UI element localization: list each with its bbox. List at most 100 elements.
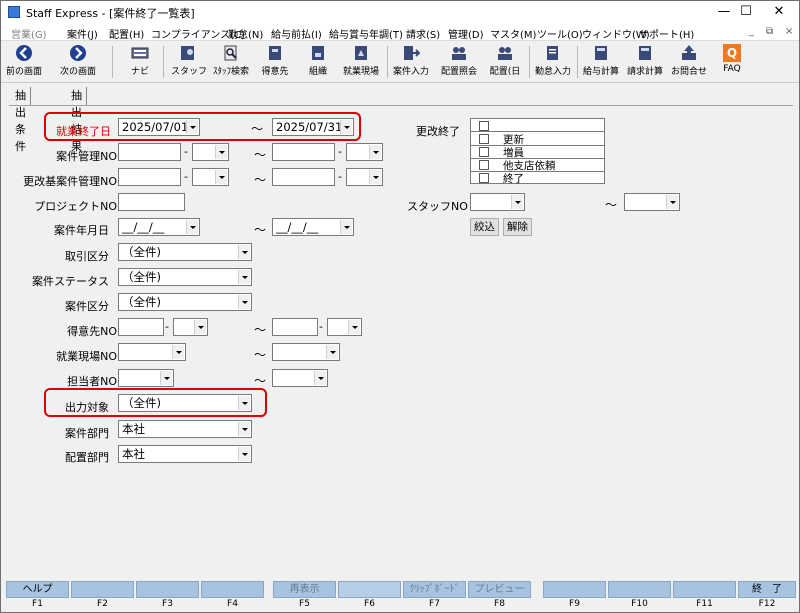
dropdown-arrow-icon[interactable] [186, 120, 198, 134]
case-date-to-select[interactable]: __/__/__ [272, 218, 354, 236]
dropdown-arrow-icon[interactable] [215, 170, 227, 184]
dropdown-arrow-icon[interactable] [666, 195, 678, 209]
renewal-end-check-other-branch[interactable] [479, 160, 489, 170]
org-button[interactable]: 組織 [301, 43, 335, 81]
menu-case[interactable]: 案件(J) [67, 26, 98, 41]
close-button[interactable]: ✕ [759, 1, 799, 24]
renewal-end-check-renew[interactable] [479, 134, 489, 144]
site-no-from-select[interactable] [118, 343, 186, 361]
case-no-to-branch-select[interactable] [346, 143, 383, 161]
menu-tools[interactable]: ツール(O) [537, 26, 583, 41]
dropdown-arrow-icon[interactable] [238, 447, 250, 461]
narrow-button[interactable]: 絞込 [470, 218, 499, 236]
menu-support[interactable]: サポート(H) [639, 26, 694, 41]
renewal-end-check-increase[interactable] [479, 147, 489, 157]
dropdown-arrow-icon[interactable] [511, 195, 523, 209]
menu-sales[interactable]: 営業(G) [11, 26, 47, 41]
customer-no-to-branch-select[interactable] [327, 318, 362, 336]
staff-button[interactable]: スタッフ [171, 43, 207, 81]
renew-case-no-from-input[interactable] [118, 168, 181, 186]
dropdown-arrow-icon[interactable] [238, 422, 250, 436]
faq-button[interactable]: Q FAQ [715, 43, 749, 81]
renew-case-no-to-branch-select[interactable] [346, 168, 383, 186]
assign-inquiry-button[interactable]: 配置照会 [437, 43, 481, 81]
case-no-to-input[interactable] [272, 143, 335, 161]
mdi-minimize-button[interactable]: _ [749, 26, 754, 37]
menu-advance-pay[interactable]: 給与前払(I) [271, 26, 322, 41]
customer-no-to-input[interactable] [272, 318, 318, 336]
dropdown-arrow-icon[interactable] [314, 371, 326, 385]
f12-exit-button[interactable]: 終 了 [738, 581, 796, 598]
dropdown-arrow-icon[interactable] [186, 220, 198, 234]
f1-help-button[interactable]: ヘルプ [6, 581, 69, 598]
f7-clipboard-button[interactable]: ｸﾘｯﾌﾟﾎﾞｰﾄﾞ [403, 581, 466, 598]
dropdown-arrow-icon[interactable] [369, 145, 381, 159]
case-no-from-input[interactable] [118, 143, 181, 161]
person-no-from-select[interactable] [118, 369, 174, 387]
f9-button[interactable] [543, 581, 606, 598]
renew-case-no-to-input[interactable] [272, 168, 335, 186]
dropdown-arrow-icon[interactable] [238, 270, 250, 284]
tab-extract-conditions[interactable]: 抽出条件 [11, 87, 31, 153]
case-status-select[interactable]: （全件) [118, 268, 252, 286]
trade-type-select[interactable]: （全件) [118, 243, 252, 261]
staff-no-to-select[interactable] [624, 193, 680, 211]
f3-button[interactable] [136, 581, 199, 598]
attendance-entry-button[interactable]: 勤怠入力 [533, 43, 573, 81]
dropdown-arrow-icon[interactable] [340, 120, 352, 134]
customer-button[interactable]: 得意先 [257, 43, 293, 81]
person-no-to-select[interactable] [272, 369, 328, 387]
clear-button[interactable]: 解除 [503, 218, 532, 236]
dropdown-arrow-icon[interactable] [238, 295, 250, 309]
menu-admin[interactable]: 管理(D) [448, 26, 484, 41]
dropdown-arrow-icon[interactable] [238, 396, 250, 410]
dropdown-arrow-icon[interactable] [194, 320, 206, 334]
site-no-to-select[interactable] [272, 343, 340, 361]
mdi-restore-button[interactable]: ⧉ [766, 26, 773, 37]
case-type-select[interactable]: （全件) [118, 293, 252, 311]
end-date-to-select[interactable]: 2025/07/31 [272, 118, 354, 136]
menu-assign[interactable]: 配置(H) [109, 26, 144, 41]
project-no-input[interactable] [118, 193, 185, 211]
output-target-select[interactable]: （全件) [118, 394, 252, 412]
end-date-from-select[interactable]: 2025/07/01 [118, 118, 200, 136]
case-dept-select[interactable]: 本社 [118, 420, 252, 438]
renewal-end-check-end[interactable] [479, 173, 489, 183]
menu-payroll[interactable]: 給与賞与年調(T) [329, 26, 403, 41]
dropdown-arrow-icon[interactable] [369, 170, 381, 184]
case-entry-button[interactable]: 案件入力 [391, 43, 431, 81]
customer-no-from-input[interactable] [118, 318, 164, 336]
f10-button[interactable] [608, 581, 671, 598]
menu-attendance[interactable]: 勤怠(N) [228, 26, 263, 41]
f5-refresh-button[interactable]: 再表示 [273, 581, 336, 598]
site-button[interactable]: 就業現場 [339, 43, 383, 81]
renew-case-no-from-branch-select[interactable] [192, 168, 229, 186]
dropdown-arrow-icon[interactable] [215, 145, 227, 159]
mdi-close-button[interactable]: × [785, 26, 793, 37]
f11-button[interactable] [673, 581, 736, 598]
case-no-from-branch-select[interactable] [192, 143, 229, 161]
assign-dept-select[interactable]: 本社 [118, 445, 252, 463]
dropdown-arrow-icon[interactable] [326, 345, 338, 359]
f6-button[interactable] [338, 581, 401, 598]
contact-button[interactable]: お問合せ [669, 43, 709, 81]
f4-button[interactable] [201, 581, 264, 598]
dropdown-arrow-icon[interactable] [340, 220, 352, 234]
staff-no-from-select[interactable] [470, 193, 525, 211]
dropdown-arrow-icon[interactable] [348, 320, 360, 334]
menu-master[interactable]: マスタ(M) [490, 26, 536, 41]
menu-billing[interactable]: 請求(S) [406, 26, 440, 41]
assign-button[interactable]: 配置(日 [485, 43, 525, 81]
next-screen-button[interactable]: 次の画面 [55, 43, 101, 81]
f8-preview-button[interactable]: プレビュー [468, 581, 531, 598]
staff-search-button[interactable]: ｽﾀｯﾌ検索 [209, 43, 253, 81]
f2-button[interactable] [71, 581, 134, 598]
case-date-from-select[interactable]: __/__/__ [118, 218, 200, 236]
dropdown-arrow-icon[interactable] [172, 345, 184, 359]
pay-calc-button[interactable]: 給与計算 [581, 43, 621, 81]
dropdown-arrow-icon[interactable] [160, 371, 172, 385]
bill-calc-button[interactable]: 請求計算 [625, 43, 665, 81]
renewal-end-check-blank[interactable] [479, 121, 489, 131]
navi-button[interactable]: ナビ [123, 43, 157, 81]
prev-screen-button[interactable]: 前の画面 [3, 43, 45, 81]
